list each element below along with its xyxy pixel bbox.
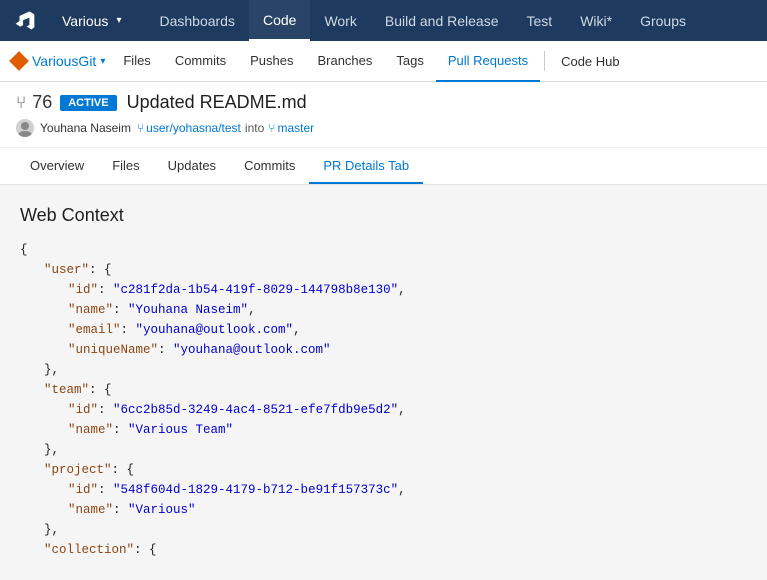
json-line-1: { <box>20 240 747 260</box>
sub-nav-items: Files Commits Pushes Branches Tags Pull … <box>111 41 540 82</box>
pr-author-row: Youhana Naseim ⑂ user/yohasna/test into … <box>16 119 751 137</box>
json-line-7: }, <box>44 360 747 380</box>
json-line-2: "user": { <box>44 260 747 280</box>
json-line-14: "name": "Various" <box>68 500 747 520</box>
json-line-5: "email": "youhana@outlook.com", <box>68 320 747 340</box>
content-area: Web Context { "user": { "id": "c281f2da-… <box>0 185 767 580</box>
json-line-10: "name": "Various Team" <box>68 420 747 440</box>
json-line-16: "collection": { <box>44 540 747 560</box>
json-line-8: "team": { <box>44 380 747 400</box>
json-line-3: "id": "c281f2da-1b54-419f-8029-144798b8e… <box>68 280 747 300</box>
author-name: Youhana Naseim <box>40 121 131 135</box>
branch-to-icon: ⑂ <box>268 121 275 135</box>
pr-title-row: ⑂ 76 ACTIVE Updated README.md <box>16 92 751 113</box>
pr-fork-icon: ⑂ <box>16 93 26 113</box>
json-line-13: "id": "548f604d-1829-4179-b712-be91f1573… <box>68 480 747 500</box>
sub-nav-commits[interactable]: Commits <box>163 41 238 82</box>
sub-nav-files[interactable]: Files <box>111 41 162 82</box>
project-selector[interactable]: Various ▾ <box>50 0 137 41</box>
branch-from-link[interactable]: user/yohasna/test <box>146 121 241 135</box>
code-hub-link[interactable]: Code Hub <box>549 54 632 69</box>
json-line-11: }, <box>44 440 747 460</box>
sub-nav-pushes[interactable]: Pushes <box>238 41 305 82</box>
pr-into-label: into <box>245 121 264 135</box>
nav-item-dashboards[interactable]: Dashboards <box>145 0 249 41</box>
pr-header: ⑂ 76 ACTIVE Updated README.md Youhana Na… <box>0 82 767 148</box>
pr-number: 76 <box>32 92 52 113</box>
top-navigation: Various ▾ Dashboards Code Work Build and… <box>0 0 767 41</box>
pr-tab-details[interactable]: PR Details Tab <box>309 148 423 184</box>
sub-nav-pull-requests[interactable]: Pull Requests <box>436 41 540 82</box>
repo-name-label: VariousGit <box>32 53 96 69</box>
sub-nav-tags[interactable]: Tags <box>384 41 435 82</box>
pr-tab-overview[interactable]: Overview <box>16 148 98 184</box>
pr-tabs: Overview Files Updates Commits PR Detail… <box>0 148 767 185</box>
branch-to-link[interactable]: master <box>277 121 314 135</box>
json-line-12: "project": { <box>44 460 747 480</box>
json-line-15: }, <box>44 520 747 540</box>
content-title: Web Context <box>20 205 747 226</box>
branch-from-icon: ⑂ <box>137 121 144 135</box>
repo-diamond-icon <box>9 51 29 71</box>
nav-item-groups[interactable]: Groups <box>626 0 700 41</box>
nav-item-work[interactable]: Work <box>310 0 370 41</box>
pr-tab-updates[interactable]: Updates <box>154 148 230 184</box>
pr-status-badge: ACTIVE <box>60 95 116 111</box>
app-logo[interactable] <box>0 0 50 41</box>
json-content: { "user": { "id": "c281f2da-1b54-419f-80… <box>20 240 747 560</box>
nav-item-wiki[interactable]: Wiki* <box>566 0 626 41</box>
json-line-4: "name": "Youhana Naseim", <box>68 300 747 320</box>
sub-nav-branches[interactable]: Branches <box>305 41 384 82</box>
pr-title: Updated README.md <box>127 92 307 113</box>
project-dropdown-icon: ▾ <box>116 15 121 26</box>
pr-tab-files[interactable]: Files <box>98 148 153 184</box>
json-line-6: "uniqueName": "youhana@outlook.com" <box>68 340 747 360</box>
project-name: Various <box>62 13 108 29</box>
repo-dropdown-icon: ▾ <box>100 56 105 67</box>
nav-item-code[interactable]: Code <box>249 0 310 41</box>
nav-item-build-release[interactable]: Build and Release <box>371 0 513 41</box>
sub-nav-divider <box>544 51 545 71</box>
author-avatar <box>16 119 34 137</box>
top-nav-items: Dashboards Code Work Build and Release T… <box>145 0 700 41</box>
pr-tab-commits[interactable]: Commits <box>230 148 309 184</box>
repo-sub-navigation: VariousGit ▾ Files Commits Pushes Branch… <box>0 41 767 82</box>
repo-selector[interactable]: VariousGit ▾ <box>12 53 105 69</box>
json-line-9: "id": "6cc2b85d-3249-4ac4-8521-efe7fdb9e… <box>68 400 747 420</box>
nav-item-test[interactable]: Test <box>513 0 567 41</box>
